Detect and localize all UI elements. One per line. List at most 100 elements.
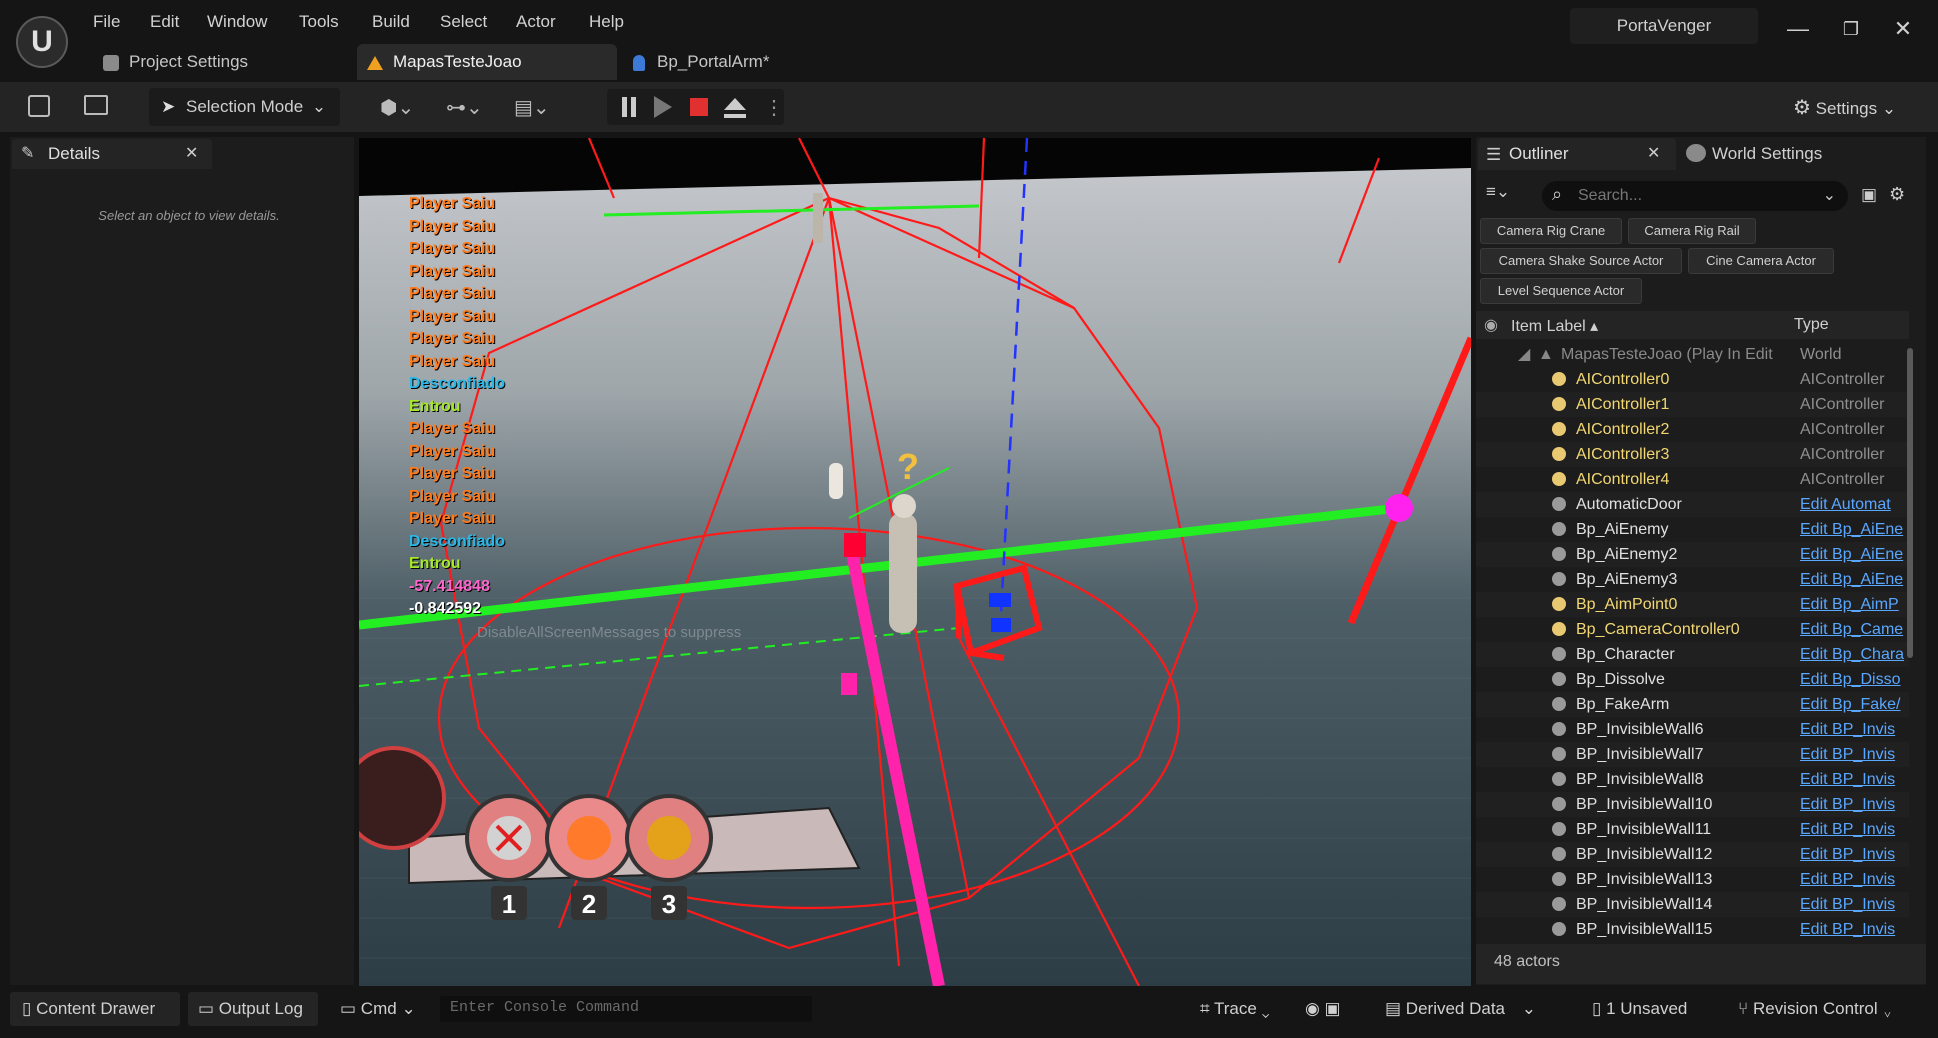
chip-camera-shake[interactable]: Camera Shake Source Actor	[1480, 248, 1682, 274]
gear-icon[interactable]: ⚙	[1889, 184, 1905, 205]
insights-icon[interactable]: ◉ ▣	[1305, 992, 1345, 1026]
add-actor-icon[interactable]: ⬢⌄	[380, 95, 424, 119]
edit-blueprint-link[interactable]: Edit BP_Invis	[1800, 767, 1910, 792]
unsaved-button[interactable]: ▯ 1 Unsaved	[1592, 992, 1707, 1026]
more-options-icon[interactable]: ⋮	[764, 95, 784, 120]
settings-button[interactable]: ⚙ Settings ⌄	[1793, 95, 1896, 120]
edit-blueprint-link[interactable]: Edit BP_Invis	[1800, 817, 1910, 842]
outliner-row[interactable]: Bp_FakeArm Edit Bp_Fake/	[1476, 692, 1909, 717]
edit-blueprint-link[interactable]: Edit Bp_AiEne	[1800, 542, 1910, 567]
chip-camera-rig-crane[interactable]: Camera Rig Crane	[1480, 218, 1622, 244]
outliner-row[interactable]: Bp_AiEnemy2 Edit Bp_AiEne	[1476, 542, 1909, 567]
outliner-row[interactable]: AIController3 AIController	[1476, 442, 1909, 467]
edit-blueprint-link[interactable]: Edit BP_Invis	[1800, 842, 1910, 867]
outliner-row[interactable]: AutomaticDoor Edit Automat	[1476, 492, 1909, 517]
derived-data-dropdown[interactable]: ▤ Derived Data ⌄	[1385, 992, 1545, 1026]
outliner-row[interactable]: Bp_Dissolve Edit Bp_Disso	[1476, 667, 1909, 692]
menu-help[interactable]: Help	[589, 12, 624, 32]
content-browse-icon[interactable]	[84, 95, 108, 115]
menu-build[interactable]: Build	[372, 12, 410, 32]
outliner-scrollbar[interactable]	[1907, 348, 1913, 658]
level-viewport[interactable]: Player Saiu Player Saiu Player Saiu Player …	[359, 138, 1471, 986]
menu-file[interactable]: File	[93, 12, 120, 32]
outliner-row[interactable]: Bp_AiEnemy3 Edit Bp_AiEne	[1476, 567, 1909, 592]
selection-mode-dropdown[interactable]: ➤ Selection Mode ⌄	[149, 88, 340, 126]
outliner-row[interactable]: BP_InvisibleWall11 Edit BP_Invis	[1476, 817, 1909, 842]
column-type[interactable]: Type	[1794, 316, 1829, 334]
unreal-logo[interactable]: U	[16, 16, 68, 68]
tab-blueprint[interactable]: Bp_PortalArm*	[625, 44, 845, 80]
edit-blueprint-link[interactable]: Edit BP_Invis	[1800, 892, 1910, 917]
output-log-button[interactable]: ▭ Output Log	[188, 992, 318, 1026]
edit-blueprint-link[interactable]: Edit BP_Invis	[1800, 792, 1910, 817]
outliner-row[interactable]: Bp_CameraController0 Edit Bp_Came	[1476, 617, 1909, 642]
chip-level-sequence[interactable]: Level Sequence Actor	[1480, 278, 1642, 304]
advance-frame-icon[interactable]	[654, 96, 672, 118]
edit-blueprint-link[interactable]: Edit Bp_AimP	[1800, 592, 1910, 617]
edit-blueprint-link[interactable]: Edit Bp_Came	[1800, 617, 1910, 642]
menu-select[interactable]: Select	[440, 12, 487, 32]
eject-icon[interactable]	[724, 98, 746, 110]
menu-window[interactable]: Window	[207, 12, 267, 32]
restore-icon[interactable]: ❐	[1836, 14, 1866, 44]
outliner-row[interactable]: AIController0 AIController	[1476, 367, 1909, 392]
chevron-down-icon[interactable]: ⌄	[1823, 185, 1836, 205]
save-icon[interactable]	[28, 95, 50, 117]
debug-message: Player Saiu	[409, 352, 496, 370]
edit-blueprint-link[interactable]: Edit Bp_AiEne	[1800, 517, 1910, 542]
column-item-label[interactable]: Item Label ▴	[1511, 316, 1598, 336]
outliner-row[interactable]: BP_InvisibleWall13 Edit BP_Invis	[1476, 867, 1909, 892]
outliner-root-row[interactable]: ◢ ▲ MapasTesteJoao (Play In Edit World	[1476, 342, 1909, 367]
outliner-row[interactable]: BP_InvisibleWall10 Edit BP_Invis	[1476, 792, 1909, 817]
blueprint-menu-icon[interactable]: ⊶⌄	[446, 95, 490, 119]
edit-blueprint-link[interactable]: Edit Bp_Disso	[1800, 667, 1910, 692]
edit-blueprint-link[interactable]: Edit Bp_AiEne	[1800, 567, 1910, 592]
outliner-row[interactable]: Bp_AimPoint0 Edit Bp_AimP	[1476, 592, 1909, 617]
menu-actor[interactable]: Actor	[516, 12, 556, 32]
close-icon[interactable]: ✕	[1647, 143, 1660, 163]
close-window-icon[interactable]: ✕	[1888, 14, 1918, 44]
edit-blueprint-link[interactable]: Edit Bp_Fake/	[1800, 692, 1910, 717]
tab-world-settings[interactable]: World Settings	[1712, 144, 1822, 164]
add-folder-icon[interactable]: ▣	[1861, 185, 1877, 205]
tab-level[interactable]: MapasTesteJoao	[357, 44, 617, 80]
edit-blueprint-link[interactable]: Edit Automat	[1800, 492, 1910, 517]
chip-cine-camera[interactable]: Cine Camera Actor	[1688, 248, 1834, 274]
cmd-dropdown[interactable]: ▭ Cmd ⌄	[340, 992, 432, 1026]
menu-tools[interactable]: Tools	[299, 12, 339, 32]
revision-control-dropdown[interactable]: ⑂ Revision Control ⌄	[1738, 992, 1933, 1026]
outliner-row[interactable]: BP_InvisibleWall14 Edit BP_Invis	[1476, 892, 1909, 917]
outliner-row[interactable]: AIController2 AIController	[1476, 417, 1909, 442]
content-drawer-button[interactable]: ▯ Content Drawer	[10, 992, 180, 1026]
pause-icon[interactable]	[620, 97, 638, 117]
search-input[interactable]: Search...	[1578, 187, 1642, 205]
edit-blueprint-link[interactable]: Edit Bp_Chara	[1800, 642, 1910, 667]
outliner-row[interactable]: BP_InvisibleWall15 Edit BP_Invis	[1476, 917, 1909, 942]
outliner-row[interactable]: BP_InvisibleWall7 Edit BP_Invis	[1476, 742, 1909, 767]
close-icon[interactable]: ✕	[185, 143, 198, 163]
expand-icon[interactable]: ◢	[1518, 342, 1530, 367]
stop-icon[interactable]	[690, 98, 708, 116]
edit-blueprint-link[interactable]: Edit BP_Invis	[1800, 867, 1910, 892]
cinematics-icon[interactable]: ▤⌄	[514, 95, 564, 119]
outliner-row[interactable]: Bp_Character Edit Bp_Chara	[1476, 642, 1909, 667]
menu-edit[interactable]: Edit	[150, 12, 179, 32]
debug-message: Player Saiu	[409, 330, 496, 347]
edit-blueprint-link[interactable]: Edit BP_Invis	[1800, 742, 1910, 767]
chip-camera-rig-rail[interactable]: Camera Rig Rail	[1628, 218, 1756, 244]
outliner-row[interactable]: Bp_AiEnemy Edit Bp_AiEne	[1476, 517, 1909, 542]
filter-icon[interactable]: ≡⌄	[1486, 182, 1510, 202]
console-input[interactable]: Enter Console Command	[440, 996, 812, 1022]
outliner-row[interactable]: AIController4 AIController	[1476, 467, 1909, 492]
edit-blueprint-link[interactable]: Edit BP_Invis	[1800, 717, 1910, 742]
search-box[interactable]: ⌕ Search... ⌄	[1542, 181, 1848, 211]
trace-dropdown[interactable]: ⌗ Trace ⌄	[1200, 992, 1290, 1026]
outliner-row[interactable]: BP_InvisibleWall8 Edit BP_Invis	[1476, 767, 1909, 792]
outliner-row[interactable]: BP_InvisibleWall6 Edit BP_Invis	[1476, 717, 1909, 742]
outliner-row[interactable]: BP_InvisibleWall12 Edit BP_Invis	[1476, 842, 1909, 867]
minimize-icon[interactable]: —	[1783, 14, 1813, 44]
tab-project-settings[interactable]: Project Settings	[95, 44, 315, 80]
details-tab[interactable]	[12, 139, 212, 169]
edit-blueprint-link[interactable]: Edit BP_Invis	[1800, 917, 1910, 942]
outliner-row[interactable]: AIController1 AIController	[1476, 392, 1909, 417]
